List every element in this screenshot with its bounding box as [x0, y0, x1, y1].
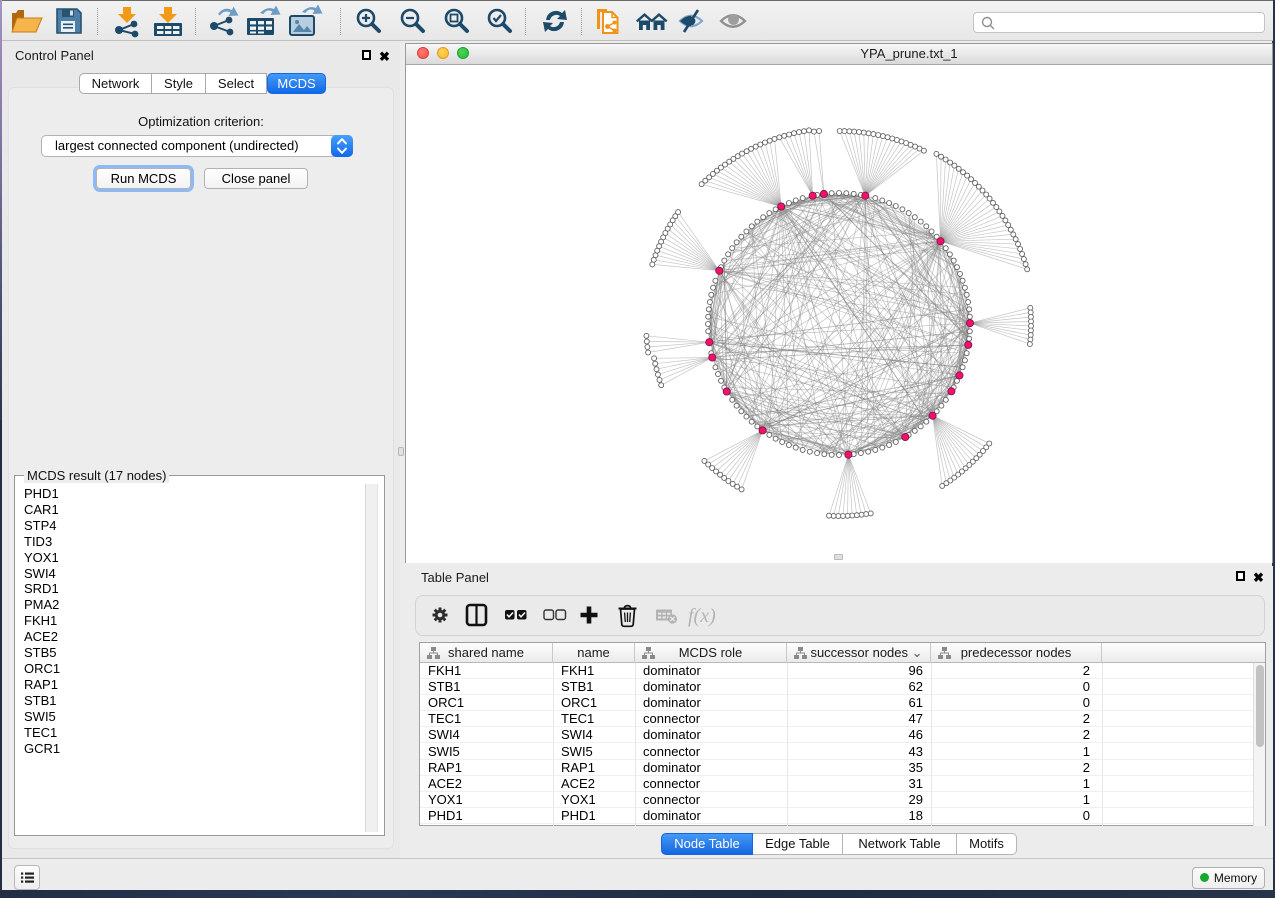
svg-text:f(x): f(x): [688, 605, 716, 627]
